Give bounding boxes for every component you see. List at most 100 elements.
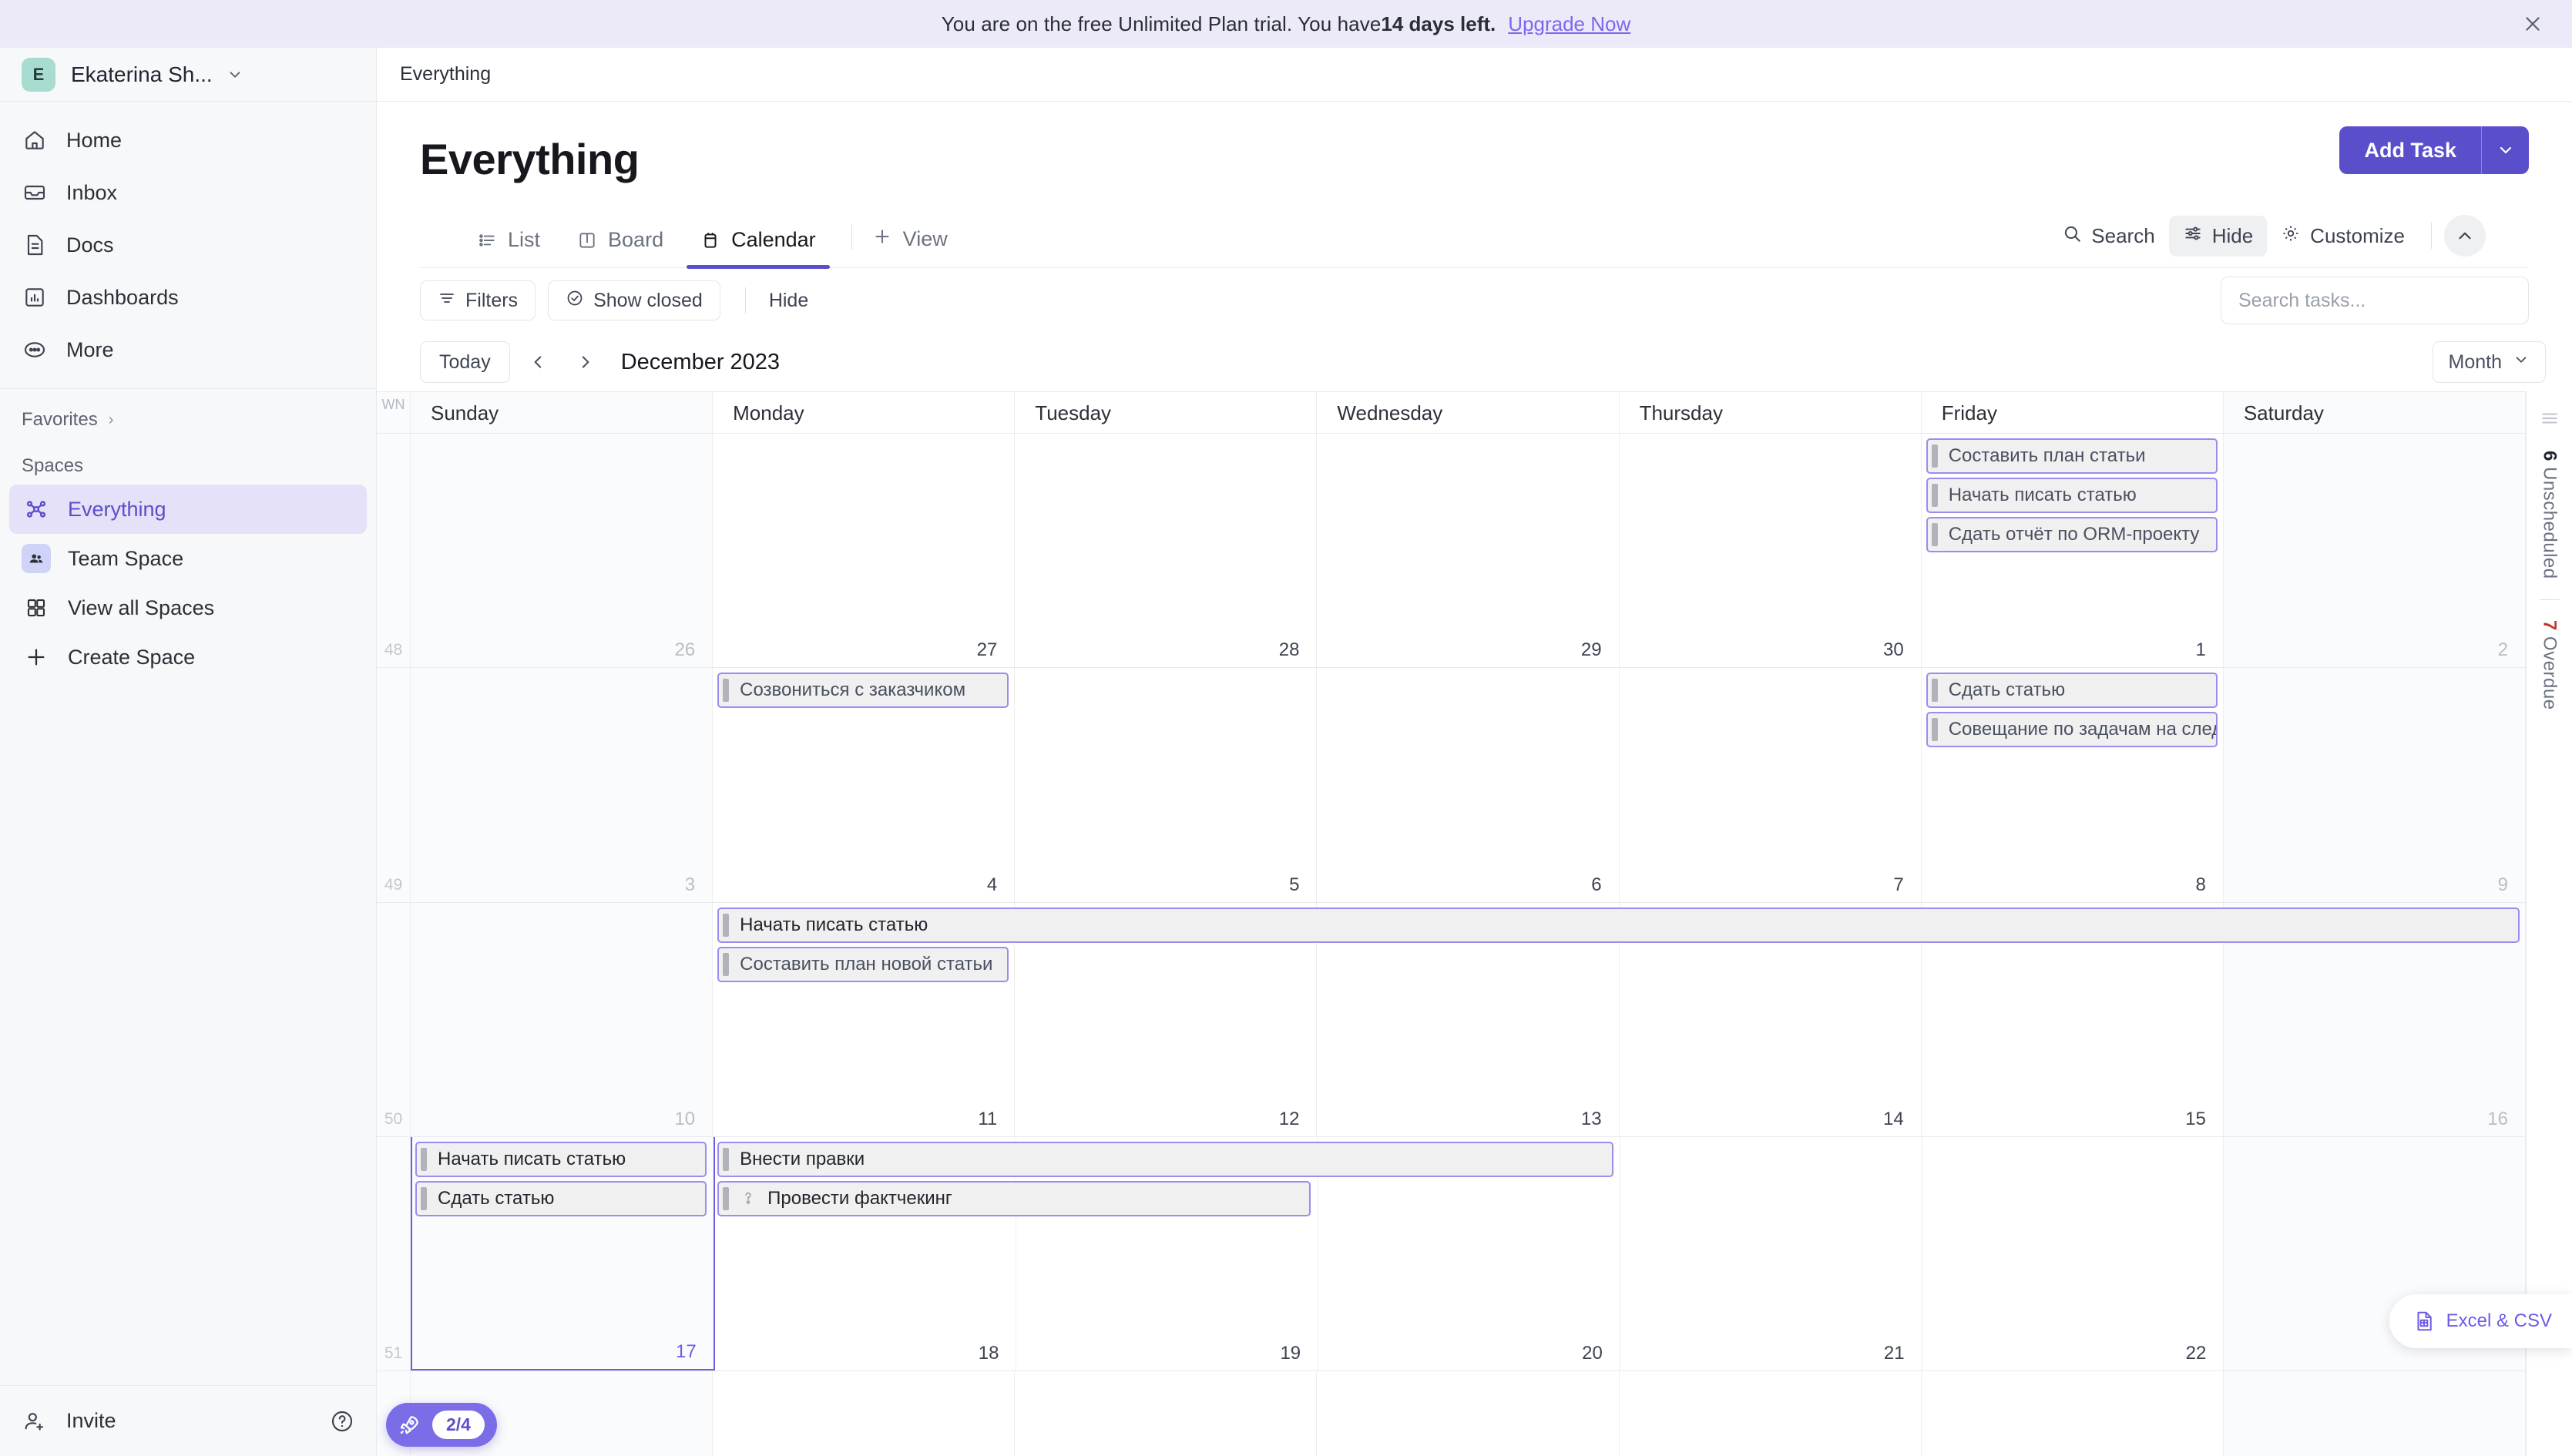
hide-fields-button[interactable]: Hide — [2168, 215, 2268, 257]
sidebar-item-docs[interactable]: Docs — [0, 219, 376, 271]
calendar-task[interactable]: Составить план новой статьи — [717, 946, 1009, 982]
calendar-week-row: 50 10 11 12 13 14 15 16 Начать писать статью Сост… — [377, 902, 2526, 1137]
close-icon[interactable] — [2520, 11, 2546, 37]
calendar-day-cell[interactable]: 29 — [1317, 434, 1620, 668]
favorites-section-header[interactable]: Favorites › — [0, 389, 376, 441]
overdue-tab[interactable]: 7 Overdue — [2539, 620, 2560, 710]
calendar-day-cell[interactable]: 5 — [1015, 668, 1318, 902]
search-input[interactable] — [2221, 277, 2529, 324]
main-topbar: Everything — [377, 48, 2572, 102]
calendar-task[interactable]: Совещание по задачам на следующую неделю — [1926, 712, 2218, 748]
tab-calendar[interactable]: Calendar — [687, 228, 830, 269]
chevron-up-icon[interactable] — [2444, 215, 2486, 257]
calendar-day-cell[interactable]: 21 — [1620, 1136, 1922, 1370]
calendar-day-cell[interactable] — [1620, 1371, 1922, 1456]
calendar-task[interactable]: Созвониться с заказчиком — [717, 673, 1009, 709]
day-columns: 3 4 5 6 7 8 9 Созвониться с заказчиком Сдать ста… — [411, 668, 2526, 902]
sidebar-item-create-space[interactable]: Create Space — [9, 632, 367, 682]
upgrade-now-link[interactable]: Upgrade Now — [1508, 12, 1630, 36]
calendar-task[interactable]: Внести правки — [717, 1141, 1613, 1177]
view-mode-label: Month — [2448, 351, 2502, 373]
today-button[interactable]: Today — [420, 341, 510, 383]
calendar-day-cell[interactable]: 30 — [1620, 434, 1922, 668]
excel-csv-export-button[interactable]: Excel & CSV — [2389, 1294, 2572, 1348]
calendar-task[interactable]: Провести фактчекинг — [717, 1180, 1311, 1216]
show-closed-label: Show closed — [593, 289, 703, 311]
calendar-day-cell[interactable]: 26 — [411, 434, 714, 668]
chevron-down-icon[interactable] — [2481, 126, 2529, 174]
dow-monday: Monday — [713, 392, 1016, 433]
calendar-day-cell[interactable]: 2 — [2223, 434, 2526, 668]
customize-button[interactable]: Customize — [2267, 216, 2419, 257]
day-of-week-header: WN Sunday Monday Tuesday Wednesday Thurs… — [377, 392, 2526, 434]
dow-tuesday: Tuesday — [1015, 392, 1318, 433]
trial-days-left: 14 days left. — [1381, 12, 1496, 35]
calendar-day-cell[interactable]: 3 — [411, 668, 714, 902]
calendar-task[interactable]: Сдать отчёт по ORM-проекту — [1926, 517, 2218, 552]
calendar-task[interactable]: Составить план статьи — [1926, 438, 2218, 474]
calendar-task[interactable]: Начать писать статью — [717, 907, 2520, 943]
calendar-day-cell[interactable]: 22 — [1922, 1136, 2224, 1370]
task-status-bar — [1931, 484, 1938, 507]
calendar-day-cell[interactable]: 10 — [411, 902, 714, 1136]
day-number: 4 — [986, 874, 998, 895]
calendar-day-cell[interactable] — [1922, 1371, 2224, 1456]
sidebar-item-more[interactable]: More — [0, 324, 376, 376]
chevron-left-icon[interactable] — [521, 344, 556, 380]
chevron-right-icon: › — [108, 411, 114, 428]
sidebar-item-home[interactable]: Home — [0, 114, 376, 166]
breadcrumb[interactable]: Everything — [400, 63, 491, 86]
onboarding-progress-widget[interactable]: 2/4 — [386, 1403, 497, 1447]
filters-button[interactable]: Filters — [420, 280, 536, 320]
day-number: 14 — [1883, 1108, 1904, 1129]
calendar-day-cell[interactable]: 7 — [1620, 668, 1922, 902]
week-number-cell: 50 — [377, 902, 411, 1136]
day-number: 1 — [2195, 639, 2206, 661]
list-icon — [477, 230, 497, 250]
day-number: 3 — [684, 874, 696, 895]
calendar-task[interactable]: Начать писать статью — [415, 1141, 707, 1177]
add-task-button[interactable]: Add Task — [2339, 126, 2481, 174]
drag-handle-icon[interactable] — [2540, 408, 2560, 432]
calendar-task[interactable]: Сдать статью — [415, 1180, 707, 1216]
task-status-bar — [723, 1147, 730, 1171]
add-view-button[interactable]: View — [865, 226, 955, 267]
gear-icon — [2281, 223, 2301, 249]
calendar-day-cell[interactable]: 28 — [1015, 434, 1318, 668]
unscheduled-tab[interactable]: 6 Unscheduled — [2539, 451, 2560, 579]
sidebar-item-everything[interactable]: Everything — [9, 485, 367, 534]
plus-icon — [872, 226, 892, 252]
calendar-week-row: 48 26 27 28 29 30 1 2 Составить план статьи Начат… — [377, 434, 2526, 669]
calendar-task[interactable]: Сдать статью — [1926, 673, 2218, 709]
calendar-day-cell[interactable] — [2223, 1371, 2526, 1456]
calendar-day-cell[interactable]: 6 — [1317, 668, 1620, 902]
question-circle-icon[interactable] — [330, 1409, 354, 1434]
sidebar-item-dashboards[interactable]: Dashboards — [0, 271, 376, 324]
calendar-day-cell[interactable]: 9 — [2223, 668, 2526, 902]
calendar-day-cell[interactable] — [1317, 1371, 1620, 1456]
calendar-task[interactable]: Начать писать статью — [1926, 478, 2218, 513]
invite-button[interactable]: Invite — [22, 1408, 116, 1434]
week-number-cell: 48 — [377, 434, 411, 668]
main-content: Everything Everything Add Task List Boar… — [377, 48, 2572, 1456]
calendar-day-cell[interactable]: 27 — [713, 434, 1016, 668]
calendar-day-cell[interactable] — [713, 1371, 1016, 1456]
rocket-progress-count: 2/4 — [432, 1411, 485, 1439]
hide-button[interactable]: Hide — [769, 290, 808, 312]
chevron-right-icon[interactable] — [567, 344, 603, 380]
sidebar-item-team-space[interactable]: Team Space — [9, 534, 367, 583]
tab-label: List — [508, 228, 541, 251]
show-closed-button[interactable]: Show closed — [548, 280, 720, 320]
tab-list[interactable]: List — [463, 228, 554, 267]
day-number: 8 — [2195, 874, 2206, 895]
sidebar-item-inbox[interactable]: Inbox — [0, 166, 376, 219]
task-title: Начать писать статью — [1948, 485, 2137, 505]
search-button[interactable]: Search — [2048, 216, 2168, 257]
task-status-bar — [723, 679, 730, 703]
workspace-switcher[interactable]: E Ekaterina Sh... — [0, 48, 376, 102]
sidebar-item-label: Dashboards — [66, 285, 179, 309]
calendar-day-cell[interactable] — [1015, 1371, 1318, 1456]
sidebar-item-view-all-spaces[interactable]: View all Spaces — [9, 583, 367, 632]
calendar-view-mode-select[interactable]: Month — [2432, 341, 2546, 383]
tab-board[interactable]: Board — [563, 228, 677, 267]
